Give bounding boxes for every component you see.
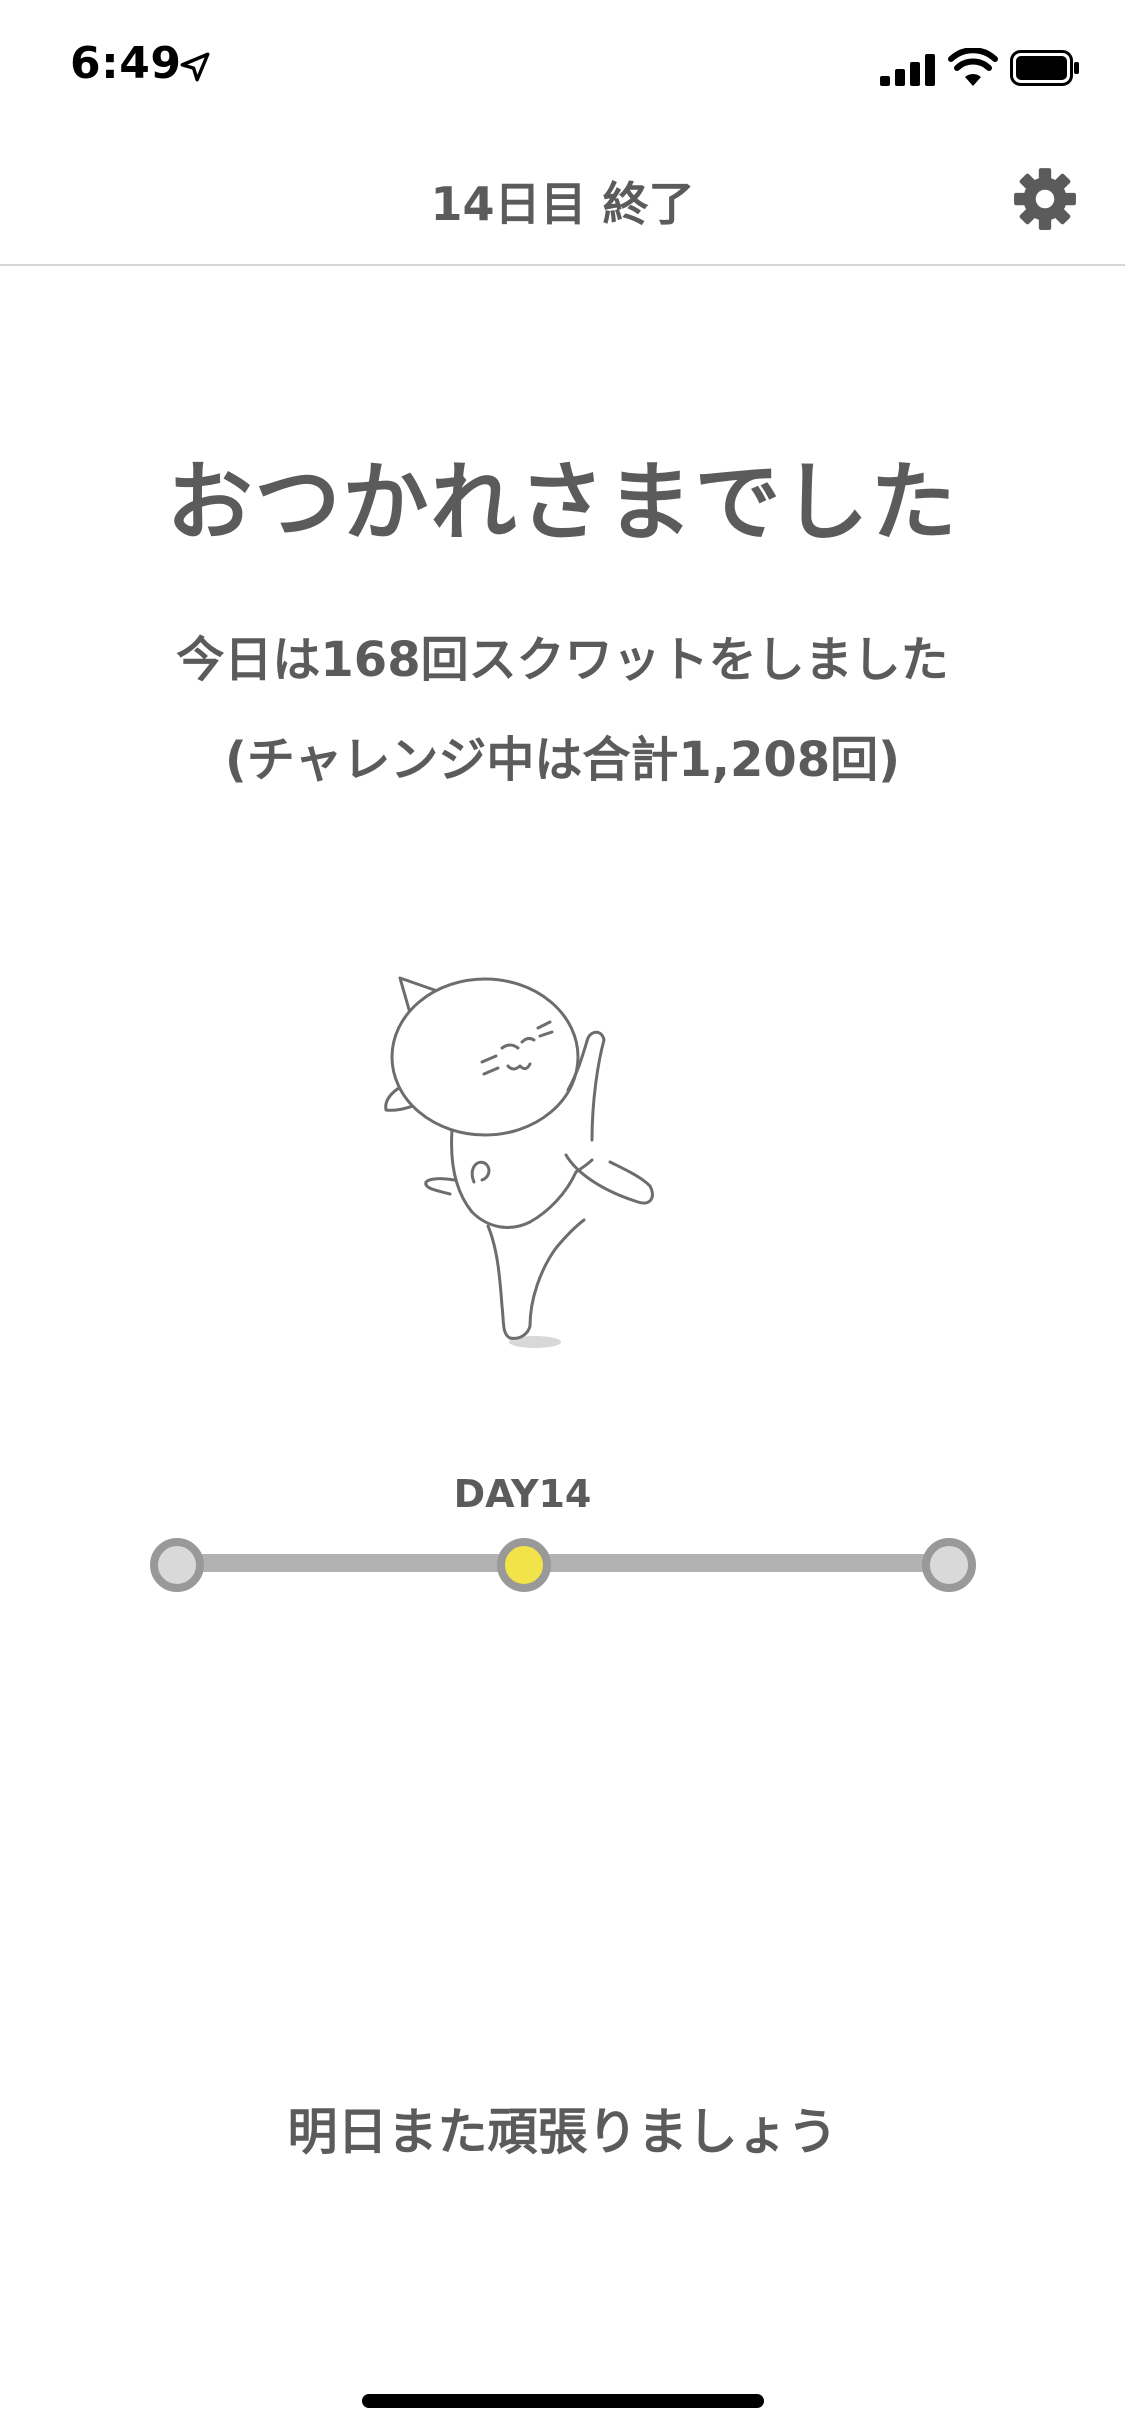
home-indicator[interactable] [362, 2394, 764, 2408]
squat-count-summary: 今日は168回スクワットをしました [176, 632, 949, 688]
signal-bars-icon [880, 54, 935, 86]
gear-icon[interactable] [1012, 166, 1078, 232]
challenge-total-summary: (チャレンジ中は合計1,208回) [224, 732, 901, 788]
page-title: 14日目 終了 [430, 177, 695, 231]
progress-node-start [150, 1538, 204, 1592]
progress-node-end [922, 1538, 976, 1592]
completion-headline: おつかれさまでした [166, 453, 959, 553]
day-label: DAY14 [453, 1472, 592, 1516]
encouragement-message: 明日また頑張りましょう [287, 2103, 838, 2161]
nav-bar: 14日目 終了 [0, 132, 1125, 266]
battery-icon [1010, 50, 1079, 86]
cat-mascot-illustration [384, 976, 654, 1348]
progress-node-current [497, 1538, 551, 1592]
status-time: 6:49 [70, 38, 182, 89]
progress-track [175, 1554, 945, 1572]
location-arrow-icon [180, 52, 210, 82]
wifi-icon [948, 48, 998, 86]
status-bar: 6:49 [0, 0, 1125, 132]
